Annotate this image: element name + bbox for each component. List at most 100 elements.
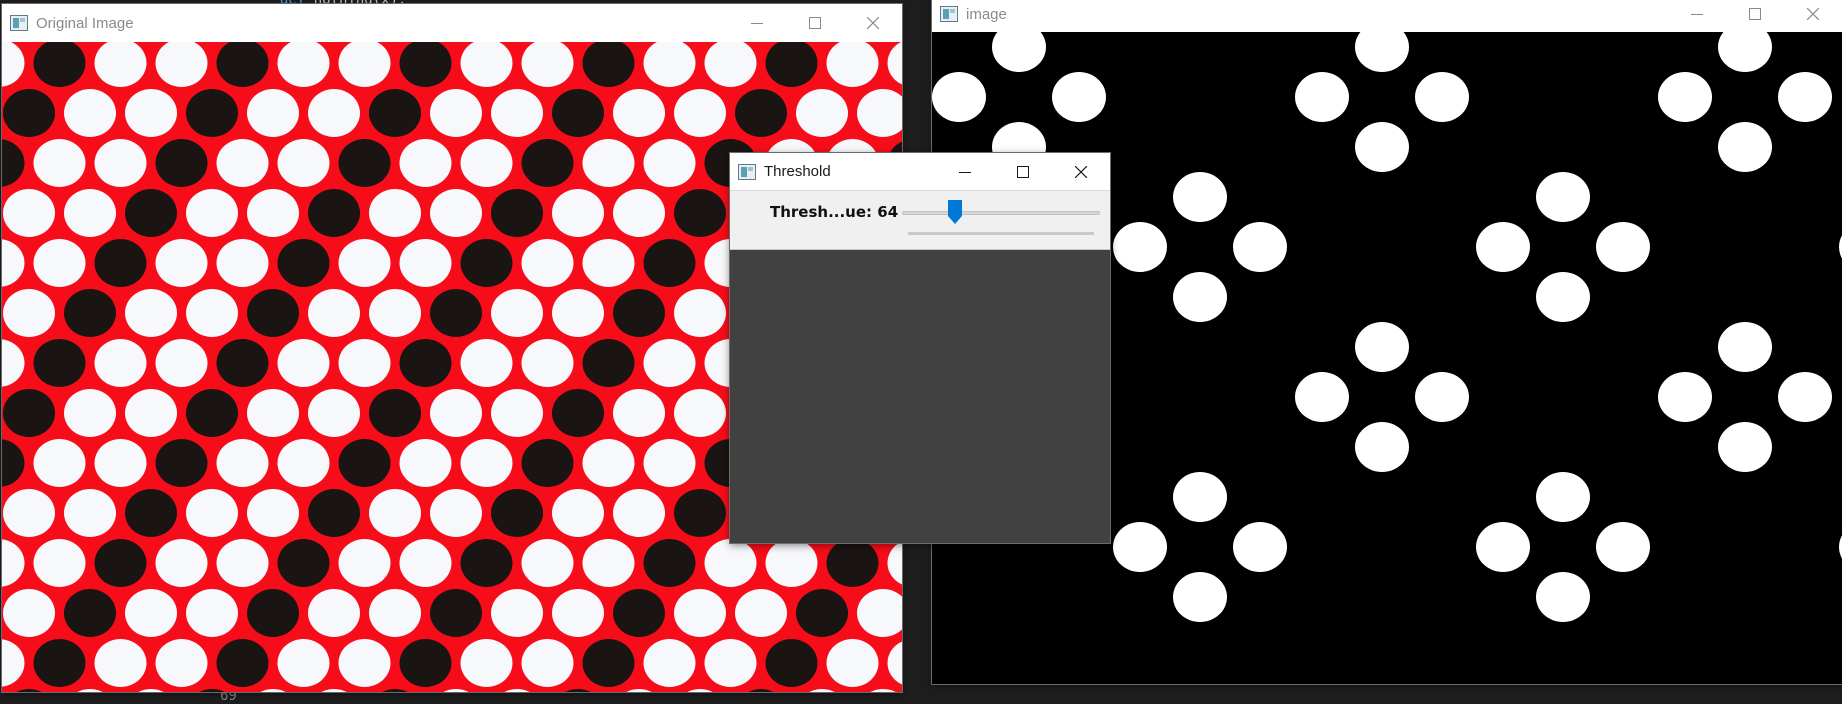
white-dot bbox=[308, 289, 360, 337]
titlebar[interactable]: Original Image bbox=[2, 4, 902, 42]
white-blob bbox=[1658, 372, 1712, 422]
white-dot bbox=[125, 289, 177, 337]
black-dot bbox=[186, 89, 238, 137]
white-dot bbox=[521, 339, 574, 387]
white-dot bbox=[247, 189, 299, 237]
white-dot bbox=[155, 339, 208, 387]
titlebar[interactable]: Threshold bbox=[730, 153, 1110, 191]
close-button[interactable] bbox=[1052, 153, 1110, 190]
white-dot bbox=[430, 489, 482, 537]
white-dot bbox=[125, 589, 177, 637]
black-dot bbox=[155, 139, 208, 187]
white-blob bbox=[1476, 522, 1530, 572]
white-dot bbox=[186, 289, 238, 337]
white-dot bbox=[338, 239, 391, 287]
black-dot bbox=[33, 339, 86, 387]
white-dot bbox=[3, 589, 55, 637]
white-dot bbox=[399, 439, 452, 487]
white-dot bbox=[521, 239, 574, 287]
white-dot bbox=[94, 439, 147, 487]
app-window-icon bbox=[10, 15, 28, 31]
white-dot bbox=[155, 239, 208, 287]
black-dot bbox=[338, 439, 391, 487]
black-dot bbox=[155, 439, 208, 487]
maximize-button[interactable] bbox=[994, 153, 1052, 190]
black-dot bbox=[796, 589, 848, 637]
black-dot bbox=[521, 139, 574, 187]
white-blob bbox=[1295, 372, 1349, 422]
white-dot bbox=[64, 189, 116, 237]
white-blob bbox=[1295, 72, 1349, 122]
white-blob bbox=[1113, 222, 1167, 272]
close-button[interactable] bbox=[1784, 0, 1842, 32]
minimize-button[interactable] bbox=[728, 4, 786, 42]
black-dot bbox=[308, 489, 360, 537]
white-dot bbox=[155, 539, 208, 587]
trackbar-label: Thresh...ue: 64 bbox=[770, 203, 899, 221]
white-dot bbox=[369, 489, 421, 537]
black-dot bbox=[674, 489, 726, 537]
black-dot bbox=[643, 539, 696, 587]
black-dot bbox=[369, 89, 421, 137]
white-dot bbox=[674, 389, 726, 437]
black-dot bbox=[460, 539, 513, 587]
white-blob bbox=[1415, 372, 1469, 422]
black-dot bbox=[216, 339, 269, 387]
white-dot bbox=[674, 289, 726, 337]
white-dot bbox=[338, 639, 391, 687]
close-icon bbox=[1807, 8, 1819, 20]
minimize-button[interactable] bbox=[1668, 0, 1726, 32]
white-blob bbox=[1113, 522, 1167, 572]
white-dot bbox=[704, 539, 757, 587]
white-dot bbox=[338, 339, 391, 387]
threshold-slider-track[interactable] bbox=[902, 211, 1100, 215]
minimize-icon bbox=[1691, 14, 1703, 15]
black-dot bbox=[552, 389, 604, 437]
white-blob bbox=[1718, 422, 1772, 472]
window-title: image bbox=[966, 5, 1007, 23]
white-dot bbox=[247, 489, 299, 537]
white-dot bbox=[521, 539, 574, 587]
white-dot bbox=[643, 339, 696, 387]
maximize-icon bbox=[1749, 8, 1761, 20]
white-dot bbox=[33, 539, 86, 587]
maximize-button[interactable] bbox=[786, 4, 844, 42]
minimize-button[interactable] bbox=[936, 153, 994, 190]
black-dot bbox=[399, 639, 452, 687]
trackbar-panel: Thresh...ue: 64 bbox=[730, 191, 1110, 250]
white-blob bbox=[1355, 322, 1409, 372]
white-dot bbox=[33, 139, 86, 187]
white-dot bbox=[216, 139, 269, 187]
black-dot bbox=[430, 289, 482, 337]
white-dot bbox=[33, 239, 86, 287]
white-blob bbox=[1355, 422, 1409, 472]
white-blob bbox=[1355, 122, 1409, 172]
black-dot bbox=[643, 239, 696, 287]
titlebar[interactable]: image bbox=[932, 0, 1842, 32]
white-dot bbox=[735, 589, 787, 637]
maximize-button[interactable] bbox=[1726, 0, 1784, 32]
white-dot bbox=[277, 439, 330, 487]
black-dot bbox=[277, 239, 330, 287]
threshold-slider-thumb[interactable] bbox=[948, 200, 962, 224]
black-dot bbox=[216, 639, 269, 687]
white-blob bbox=[1596, 222, 1650, 272]
white-blob bbox=[1173, 472, 1227, 522]
white-dot bbox=[491, 89, 543, 137]
white-dot bbox=[399, 539, 452, 587]
white-dot bbox=[94, 639, 147, 687]
black-dot bbox=[674, 189, 726, 237]
close-button[interactable] bbox=[844, 4, 902, 42]
white-dot bbox=[155, 639, 208, 687]
white-dot bbox=[186, 189, 238, 237]
threshold-control-window[interactable]: Threshold Thresh...ue: 64 bbox=[730, 153, 1110, 543]
white-dot bbox=[338, 539, 391, 587]
white-dot bbox=[399, 139, 452, 187]
white-blob bbox=[932, 72, 986, 122]
white-blob bbox=[1415, 72, 1469, 122]
white-dot bbox=[674, 589, 726, 637]
black-dot bbox=[94, 239, 147, 287]
white-dot bbox=[704, 639, 757, 687]
black-dot bbox=[735, 89, 787, 137]
white-blob bbox=[1778, 72, 1832, 122]
